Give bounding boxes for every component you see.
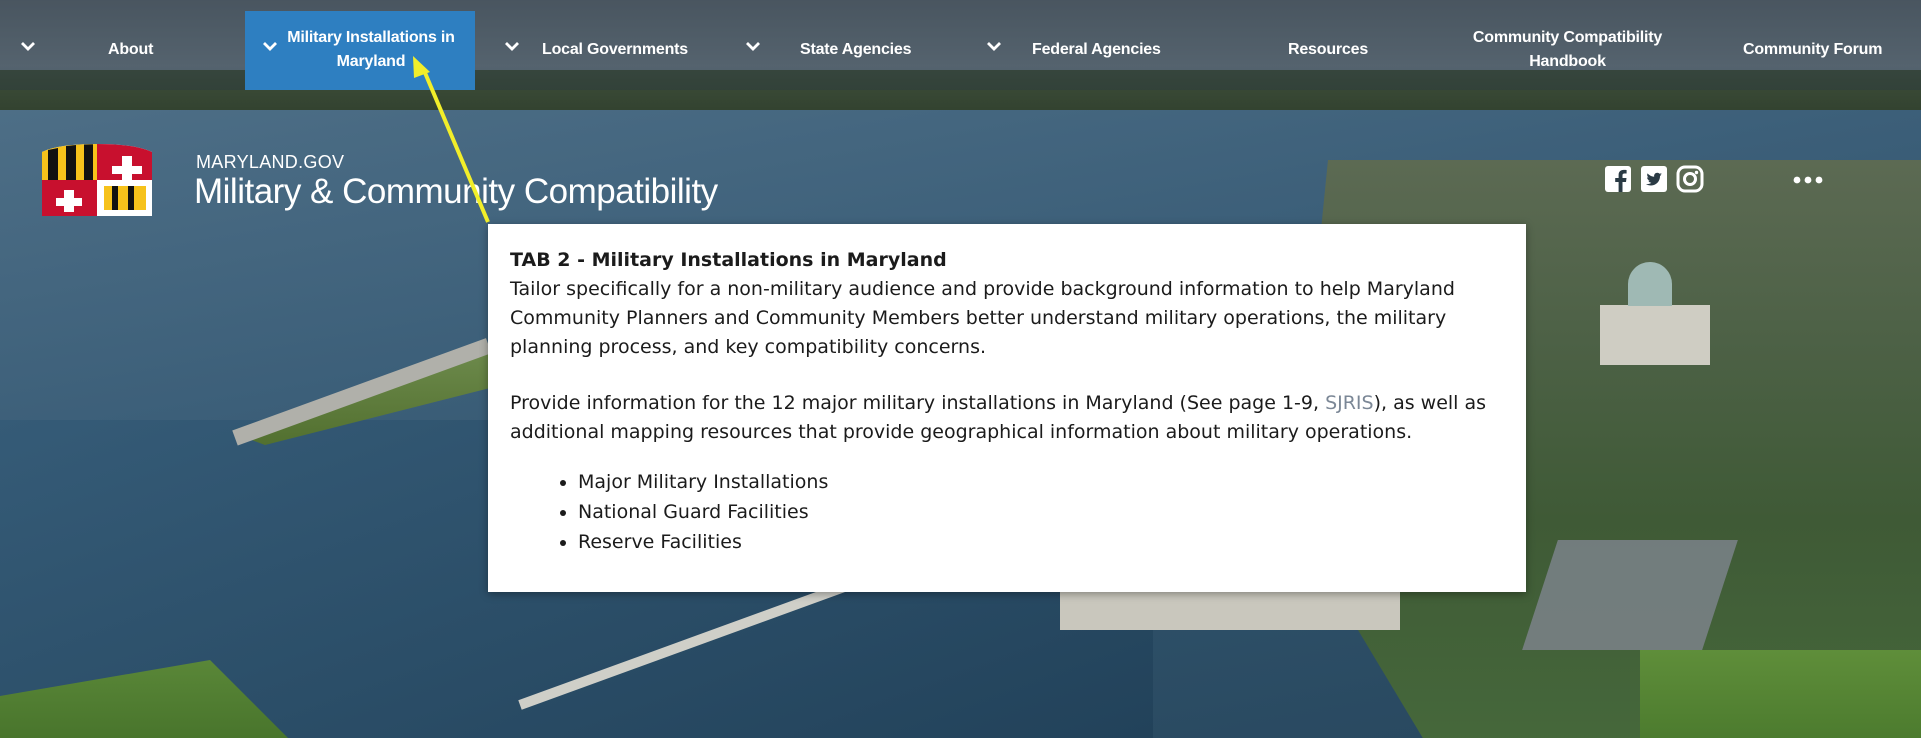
site-title[interactable]: Military & Community Compatibility — [194, 172, 718, 212]
chevron-down-icon[interactable] — [20, 38, 36, 54]
chevron-down-icon[interactable] — [504, 38, 520, 54]
nav-community-compatibility-handbook[interactable]: Community Compatibility Handbook — [1470, 26, 1665, 74]
chevron-down-icon[interactable] — [262, 38, 278, 54]
maryland-flag-logo[interactable] — [38, 140, 156, 220]
nav-federal-agencies[interactable]: Federal Agencies — [1032, 38, 1161, 62]
brand-subtitle: MARYLAND.GOV — [196, 152, 345, 172]
nav-state-agencies[interactable]: State Agencies — [800, 38, 912, 62]
nav-resources[interactable]: Resources — [1288, 38, 1368, 62]
facebook-icon[interactable] — [1604, 165, 1632, 193]
callout-paragraph-1: Tailor specifically for a non-military a… — [510, 278, 1455, 358]
instagram-icon[interactable] — [1676, 165, 1704, 193]
tab-description-callout: TAB 2 - Military Installations in Maryla… — [488, 224, 1526, 592]
nav-military-installations[interactable]: Military Installations in Maryland — [286, 26, 456, 74]
list-item: Reserve Facilities — [578, 527, 1510, 557]
callout-paragraph-2-text: Provide information for the 12 major mil… — [510, 392, 1326, 414]
top-navigation: About Military Installations in Maryland… — [0, 0, 1921, 90]
twitter-icon[interactable] — [1640, 165, 1668, 193]
list-item: Major Military Installations — [578, 467, 1510, 497]
callout-paragraph-2: Provide information for the 12 major mil… — [510, 389, 1510, 447]
more-options-icon[interactable] — [1790, 170, 1830, 190]
callout-title: TAB 2 - Military Installations in Maryla… — [510, 249, 947, 271]
chevron-down-icon[interactable] — [986, 38, 1002, 54]
nav-about[interactable]: About — [108, 38, 153, 62]
nav-community-forum[interactable]: Community Forum — [1743, 38, 1882, 62]
sjris-link[interactable]: SJRIS — [1325, 392, 1374, 414]
callout-bullet-list: Major Military Installations National Gu… — [510, 467, 1510, 557]
chevron-down-icon[interactable] — [745, 38, 761, 54]
list-item: National Guard Facilities — [578, 497, 1510, 527]
nav-local-governments[interactable]: Local Governments — [542, 38, 688, 62]
